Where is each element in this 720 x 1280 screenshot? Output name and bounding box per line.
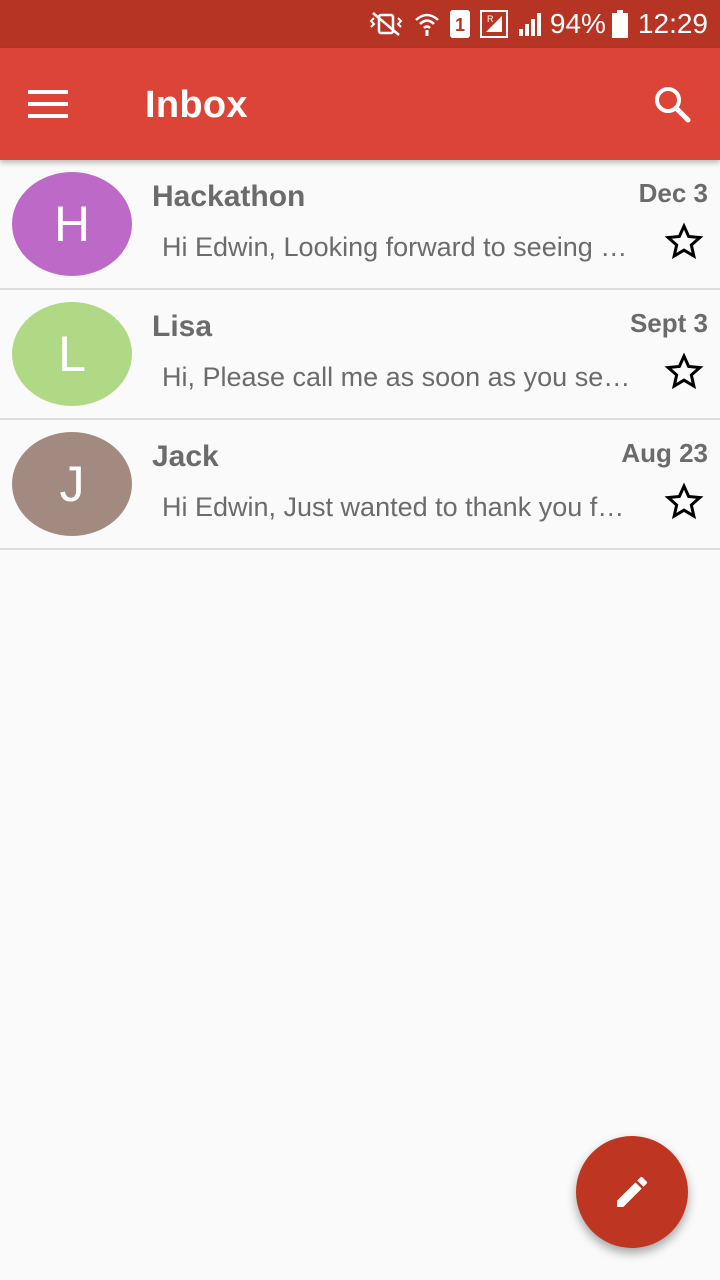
signal-icon <box>518 11 544 37</box>
pencil-icon <box>617 1176 648 1207</box>
star-icon <box>664 482 704 520</box>
email-date: Dec 3 <box>638 178 708 208</box>
sender-name: Hackathon <box>152 180 306 213</box>
battery-percent: 94% <box>549 8 606 39</box>
battery-icon <box>611 10 628 38</box>
menu-icon <box>28 90 68 118</box>
menu-button[interactable] <box>20 78 76 130</box>
wifi-icon <box>414 11 440 37</box>
star-button[interactable] <box>662 480 706 524</box>
avatar: L <box>12 302 132 406</box>
email-row-jack[interactable]: J Jack Aug 23 Hi Edwin, Just wanted to t… <box>0 420 720 550</box>
vibrate-off-icon <box>368 11 404 37</box>
email-date: Sept 3 <box>629 308 708 338</box>
email-date: Aug 23 <box>621 438 708 468</box>
roaming-signal-icon: R <box>479 10 508 38</box>
status-clock: 12:29 <box>637 8 708 39</box>
svg-text:R: R <box>487 14 494 24</box>
email-preview: Hi Edwin, Just wanted to thank you for y… <box>162 492 634 522</box>
app-bar: Inbox <box>0 48 720 160</box>
star-button[interactable] <box>662 350 706 394</box>
star-icon <box>664 352 704 390</box>
email-preview: Hi Edwin, Looking forward to seeing you … <box>162 232 634 262</box>
email-preview: Hi, Please call me as soon as you see th… <box>162 362 634 392</box>
avatar: H <box>12 172 132 276</box>
email-list: H Hackathon Dec 3 Hi Edwin, Looking forw… <box>0 160 720 550</box>
search-icon <box>655 87 691 123</box>
sender-name: Lisa <box>152 310 213 343</box>
search-button[interactable] <box>644 78 700 130</box>
email-row-hackathon[interactable]: H Hackathon Dec 3 Hi Edwin, Looking forw… <box>0 160 720 290</box>
sim-badge-label: 1 <box>455 15 465 35</box>
status-bar: 1 R 94% 12:29 <box>0 0 720 48</box>
page-title: Inbox <box>145 84 248 126</box>
sender-name: Jack <box>152 440 219 473</box>
star-button[interactable] <box>662 220 706 264</box>
star-icon <box>664 222 704 260</box>
email-row-lisa[interactable]: L Lisa Sept 3 Hi, Please call me as soon… <box>0 290 720 420</box>
compose-button[interactable] <box>576 1136 688 1248</box>
avatar: J <box>12 432 132 536</box>
sim-1-icon: 1 <box>449 10 470 38</box>
